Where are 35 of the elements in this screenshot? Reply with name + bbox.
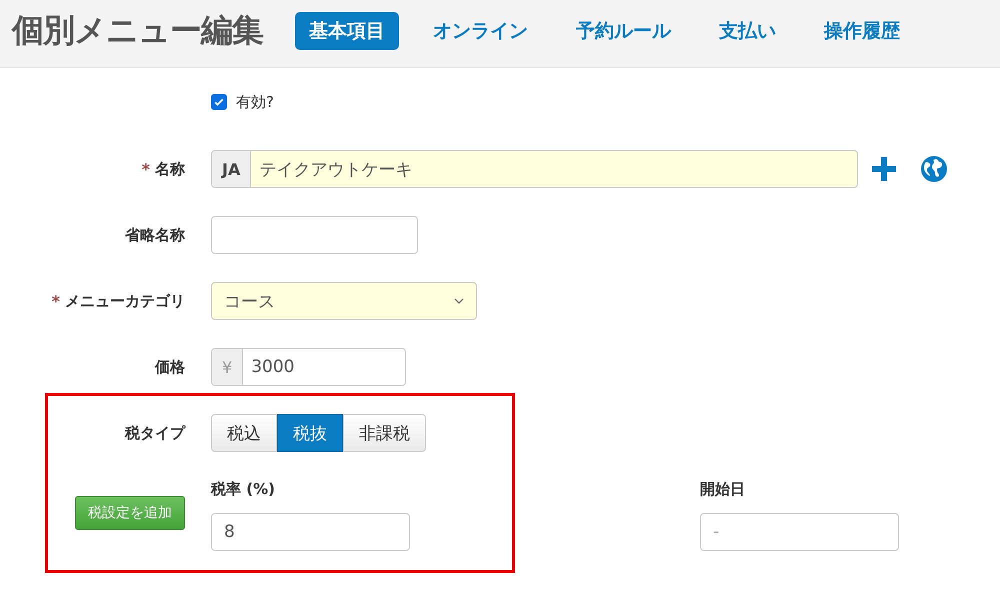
input-value: テイクアウトケーキ (258, 158, 412, 182)
checkbox[interactable] (211, 94, 227, 110)
plus-icon[interactable] (872, 157, 896, 181)
tax-type-button[interactable]: 非課税 (343, 414, 426, 452)
field-label: 価格 (155, 358, 185, 376)
start-date-input-field[interactable]: - (700, 513, 899, 551)
price-input-field[interactable]: ¥ 3000 (211, 348, 406, 386)
field-label: メニューカテゴリ (65, 292, 185, 310)
tax-type-button[interactable]: 税込 (211, 414, 277, 452)
tab[interactable]: 予約ルール (562, 12, 685, 50)
start-date-label: 開始日 (700, 480, 746, 499)
field-label: 税タイプ (125, 424, 185, 442)
tab[interactable]: 操作履歴 (810, 12, 914, 50)
yen-label: ¥ (212, 349, 244, 385)
tax-type-button[interactable]: 税抜 (277, 414, 343, 452)
tax-rate-label: 税率 (%) (211, 480, 276, 499)
abbreviation-input-field[interactable] (211, 216, 418, 254)
tab[interactable]: 支払い (705, 12, 790, 50)
checkbox-label: 有効? (236, 92, 274, 112)
add-tax-setting-button[interactable]: 税設定を追加 (75, 496, 185, 530)
chevron-down-icon (454, 298, 464, 304)
input-value: 3000 (250, 356, 294, 379)
tab[interactable]: 基本項目 (295, 12, 399, 50)
field-label: 名称 (155, 160, 185, 178)
page-title: 個別メニュー編集 (12, 10, 263, 50)
language-label: JA (212, 151, 252, 187)
check-icon (213, 96, 225, 108)
field-label: 省略名称 (125, 226, 185, 244)
tab[interactable]: オンライン (419, 12, 542, 50)
required-asterisk: * (52, 292, 60, 310)
required-asterisk: * (142, 160, 150, 178)
tax-rate-input-field[interactable]: 8 (211, 513, 410, 551)
category-select[interactable]: コース (211, 282, 477, 320)
name-input-field[interactable]: JA テイクアウトケーキ (211, 150, 858, 188)
globe-icon[interactable] (920, 155, 948, 183)
